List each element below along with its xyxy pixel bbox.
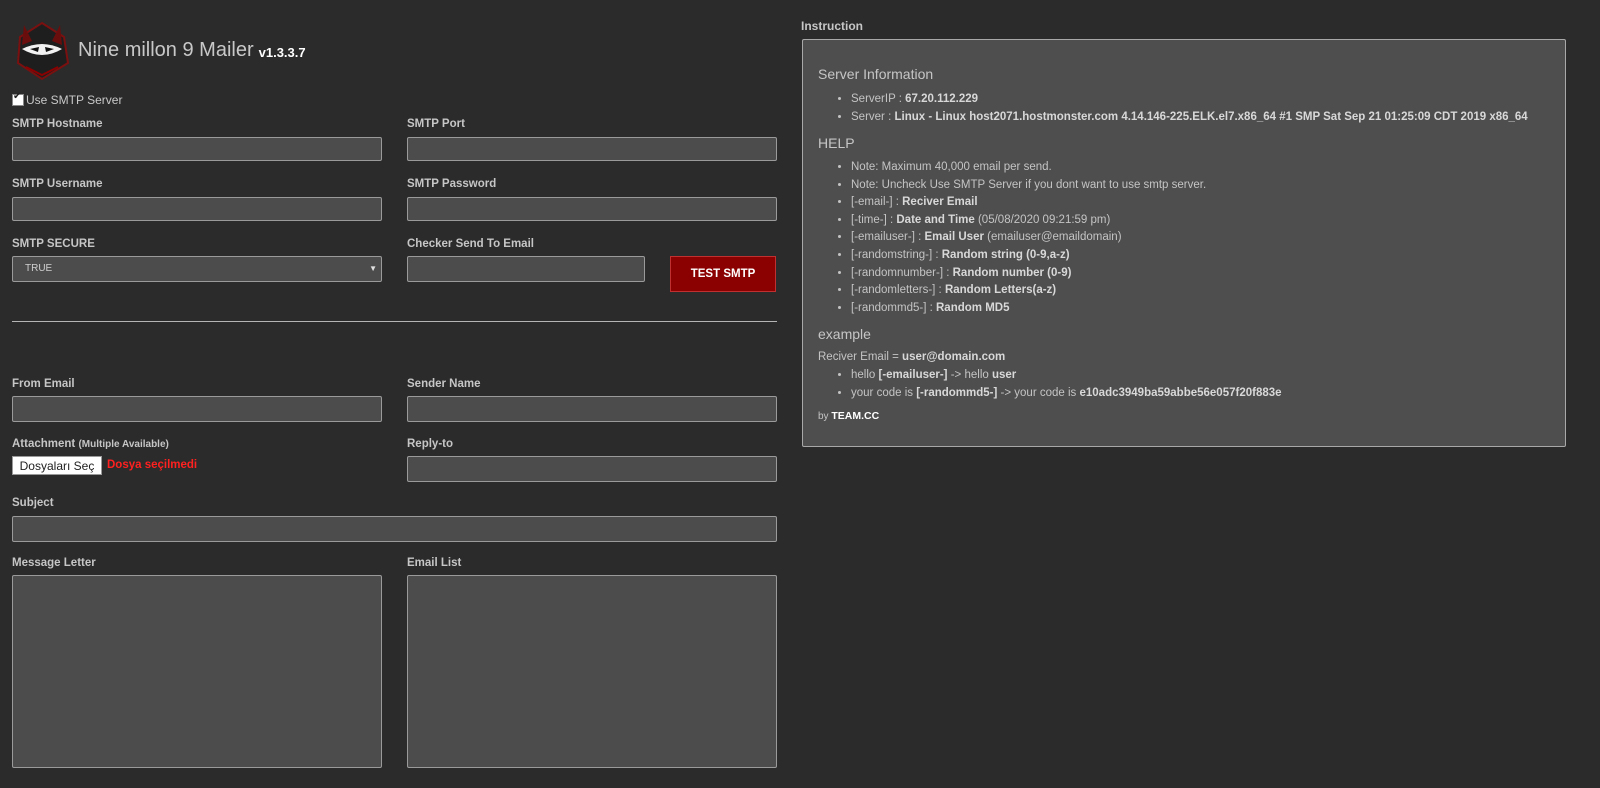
checker-email-label: Checker Send To Email <box>407 238 534 250</box>
tag-item: [-randomstring-] : Random string (0-9,a-… <box>851 247 1206 265</box>
email-list-label: Email List <box>407 557 462 569</box>
example-text: -> hello <box>947 369 992 381</box>
use-smtp-row: Use SMTP Server <box>12 91 123 107</box>
example-text: your code is <box>851 386 917 399</box>
server-info-list: ServerIP : 67.20.112.229 Server : Linux … <box>818 91 1528 126</box>
help-list: Note: Maximum 40,000 email per send. Not… <box>818 159 1206 317</box>
smtp-secure-value: TRUE <box>25 263 53 274</box>
credit-team: TEAM.CC <box>831 410 880 422</box>
app-header: Nine millon 9 Mailer v1.3.3.7 <box>12 18 306 82</box>
example-value: e10adc3949ba59abbe56e057f20f883e <box>1079 386 1282 399</box>
attachment-note: (Multiple Available) <box>78 439 169 450</box>
instruction-panel: Server Information ServerIP : 67.20.112.… <box>802 39 1566 447</box>
tag-item: [-email-] : Reciver Email <box>851 194 1206 212</box>
tag-desc: Random string (0-9,a-z) <box>941 248 1070 261</box>
server-ip-item: ServerIP : 67.20.112.229 <box>851 91 1528 109</box>
server-ip-value: 67.20.112.229 <box>905 93 979 105</box>
tag-desc: Date and Time <box>896 213 975 226</box>
smtp-hostname-label: SMTP Hostname <box>12 118 103 130</box>
caret-down-icon: ▼ <box>369 264 377 273</box>
reply-to-label: Reply-to <box>407 438 453 450</box>
server-label: Server : <box>851 110 895 123</box>
tag-extra: (emailuser@emaildomain) <box>983 231 1122 244</box>
smtp-hostname-input[interactable] <box>12 137 382 161</box>
tag-desc: Email User <box>924 231 984 244</box>
credit-line: by TEAM.CC <box>818 410 879 422</box>
smtp-password-input[interactable] <box>407 197 777 221</box>
instruction-title: Instruction <box>801 19 863 33</box>
attachment-label-text: Attachment <box>12 438 76 450</box>
example-item: hello [-emailuser-] -> hello user <box>851 367 1282 385</box>
tag-desc: Random MD5 <box>936 301 1010 314</box>
receiver-value: user@domain.com <box>902 351 1006 363</box>
use-smtp-label: Use SMTP Server <box>26 93 123 107</box>
tag-desc: Random Letters(a-z) <box>944 284 1057 297</box>
choose-files-button[interactable]: Dosyaları Seç <box>12 456 102 475</box>
credit-by: by <box>818 411 832 422</box>
app-version: v1.3.3.7 <box>258 44 306 60</box>
receiver-example: Reciver Email = user@domain.com <box>818 351 1005 363</box>
smtp-password-label: SMTP Password <box>407 178 497 190</box>
tag-code: [-emailuser-] : <box>851 231 925 244</box>
tag-code: [-randomstring-] : <box>851 248 942 261</box>
from-email-input[interactable] <box>12 396 382 422</box>
sender-name-input[interactable] <box>407 396 777 422</box>
tag-item: [-emailuser-] : Email User (emailuser@em… <box>851 229 1206 247</box>
example-tag: [-emailuser-] <box>878 369 948 381</box>
test-smtp-button[interactable]: TEST SMTP <box>670 256 776 292</box>
smtp-port-input[interactable] <box>407 137 777 161</box>
help-note: Note: Maximum 40,000 email per send. <box>851 159 1206 177</box>
example-tag: [-randommd5-] <box>916 386 998 399</box>
help-note: Note: Uncheck Use SMTP Server if you don… <box>851 177 1206 195</box>
section-divider <box>12 321 777 322</box>
from-email-label: From Email <box>12 378 75 390</box>
smtp-secure-select[interactable]: TRUE ▼ <box>12 256 382 282</box>
tag-desc: Random number (0-9) <box>952 266 1072 279</box>
tag-item: [-randommd5-] : Random MD5 <box>851 300 1206 318</box>
smtp-username-label: SMTP Username <box>12 178 103 190</box>
subject-input[interactable] <box>12 516 777 542</box>
checker-email-input[interactable] <box>407 256 645 282</box>
smtp-port-label: SMTP Port <box>407 118 465 130</box>
smtp-username-input[interactable] <box>12 197 382 221</box>
message-letter-label: Message Letter <box>12 557 96 569</box>
tag-extra: (05/08/2020 09:21:59 pm) <box>974 213 1111 226</box>
tag-item: [-time-] : Date and Time (05/08/2020 09:… <box>851 212 1206 230</box>
attachment-label: Attachment (Multiple Available) <box>12 438 169 450</box>
server-ip-label: ServerIP : <box>851 93 906 105</box>
help-heading: HELP <box>818 135 855 151</box>
tag-code: [-time-] : <box>851 213 897 226</box>
example-heading: example <box>818 326 871 342</box>
sender-name-label: Sender Name <box>407 378 481 390</box>
reply-to-input[interactable] <box>407 456 777 482</box>
example-text: hello <box>851 369 879 381</box>
server-value: Linux - Linux host2071.hostmonster.com 4… <box>894 110 1528 123</box>
tag-item: [-randomnumber-] : Random number (0-9) <box>851 265 1206 283</box>
tag-code: [-randomnumber-] : <box>851 266 953 279</box>
subject-label: Subject <box>12 497 54 509</box>
server-info-heading: Server Information <box>818 66 934 82</box>
file-status: Dosya seçilmedi <box>107 459 198 471</box>
ninja-logo-icon <box>16 21 70 81</box>
example-item: your code is [-randommd5-] -> your code … <box>851 385 1282 403</box>
smtp-secure-label: SMTP SECURE <box>12 238 95 250</box>
server-item: Server : Linux - Linux host2071.hostmons… <box>851 109 1528 127</box>
tag-code: [-randomletters-] : <box>851 284 945 297</box>
tag-code: [-randommd5-] : <box>851 301 936 314</box>
receiver-label: Reciver Email = <box>818 351 903 363</box>
example-value: user <box>991 369 1017 381</box>
example-text: -> your code is <box>997 386 1080 399</box>
tag-code: [-email-] : <box>851 196 903 209</box>
email-list-textarea[interactable] <box>407 575 777 768</box>
app-title: Nine millon 9 Mailer <box>78 38 254 61</box>
example-list: hello [-emailuser-] -> hello user your c… <box>818 367 1282 402</box>
use-smtp-checkbox[interactable] <box>12 91 24 106</box>
tag-desc: Reciver Email <box>902 196 978 209</box>
tag-item: [-randomletters-] : Random Letters(a-z) <box>851 282 1206 300</box>
message-letter-textarea[interactable] <box>12 575 382 768</box>
